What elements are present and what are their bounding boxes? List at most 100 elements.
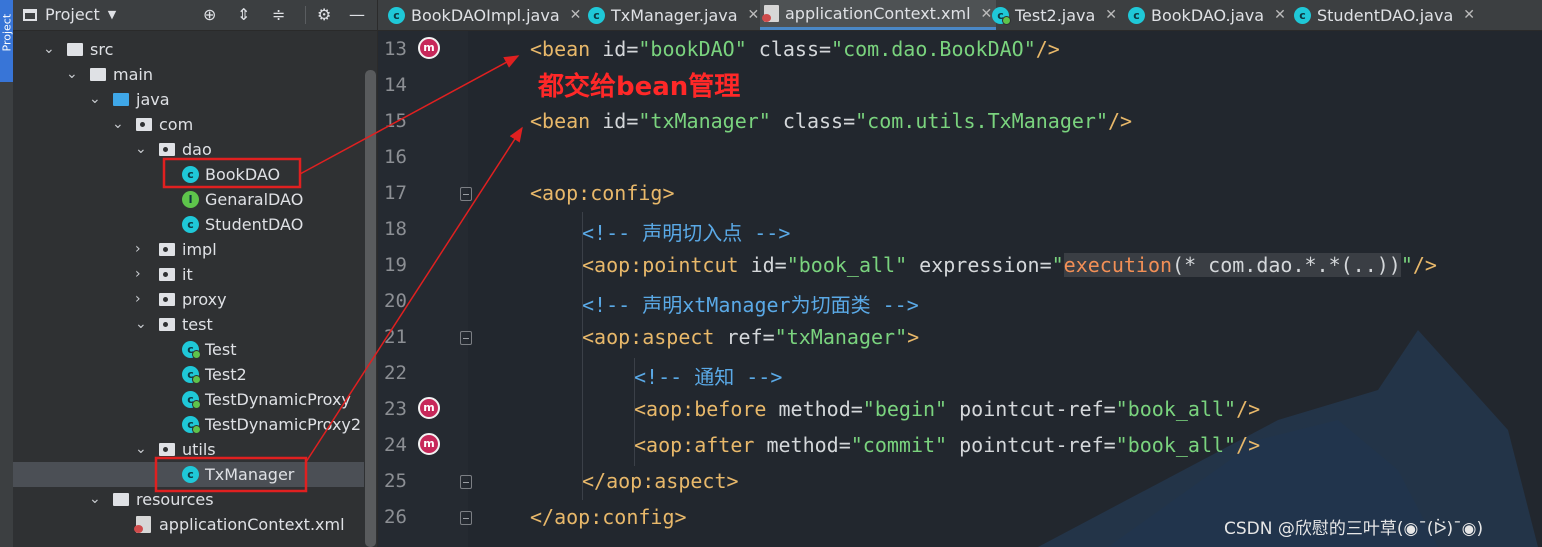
collapse-all-icon[interactable]: ≑ (272, 5, 285, 24)
aop-method-marker-icon[interactable]: m (418, 433, 440, 455)
line-number: 26 (384, 506, 407, 528)
tree-item[interactable]: c BookDAO (13, 162, 364, 187)
editor-tab[interactable]: c BookDAOImpl.java ✕ (384, 0, 585, 30)
tree-item[interactable]: ⌄ resources (13, 487, 364, 512)
aop-method-marker-icon[interactable]: m (418, 397, 440, 419)
project-view-selector[interactable]: Project ▼ (23, 5, 116, 24)
tree-item[interactable]: c StudentDAO (13, 212, 364, 237)
fold-toggle-icon[interactable] (460, 511, 472, 525)
class-icon: c (182, 466, 199, 483)
tree-item-label: it (182, 265, 193, 284)
fold-toggle-icon[interactable] (460, 187, 472, 201)
folder-icon (67, 43, 83, 56)
code-line: <bean id="txManager" class="com.utils.Tx… (530, 109, 1132, 133)
tree-item[interactable]: › impl (13, 237, 364, 262)
close-icon[interactable]: ✕ (1105, 7, 1117, 23)
code-token: <aop:pointcut (582, 253, 751, 277)
expand-all-icon[interactable]: ⇕ (237, 5, 250, 24)
chevron-down-icon[interactable]: ⌄ (89, 87, 101, 112)
code-line: </aop:config> (530, 505, 687, 529)
tree-item[interactable]: ⌄ com (13, 112, 364, 137)
chevron-right-icon[interactable]: › (135, 287, 141, 312)
tree-item-label: TestDynamicProxy2 (205, 415, 362, 434)
class-icon: c (182, 216, 199, 233)
chevron-down-icon[interactable]: ⌄ (135, 137, 147, 162)
tree-item[interactable]: I GenaralDAO (13, 187, 364, 212)
code-line: <!-- 声明xtManager为切面类 --> (582, 289, 919, 318)
runnable-class-icon: c (992, 6, 1011, 25)
tree-item[interactable]: c TxManager (13, 462, 364, 487)
tree-item-icon-wrap: c (182, 216, 199, 233)
chevron-right-icon[interactable]: › (135, 262, 141, 287)
close-icon[interactable]: ✕ (1274, 7, 1286, 23)
tree-item-label: java (136, 90, 170, 109)
close-icon[interactable]: ✕ (1463, 7, 1475, 23)
tree-item[interactable]: ⌄ utils (13, 437, 364, 462)
line-number: 19 (384, 254, 407, 276)
line-number: 18 (384, 218, 407, 240)
chevron-down-icon[interactable]: ⌄ (135, 312, 147, 337)
tree-item[interactable]: › proxy (13, 287, 364, 312)
tree-item[interactable]: ⌄ src (13, 37, 364, 62)
editor-tab[interactable]: c TxManager.java ✕ (584, 0, 763, 30)
tree-item[interactable]: › it (13, 262, 364, 287)
chevron-right-icon[interactable]: › (135, 237, 141, 262)
tree-item-label: impl (182, 240, 217, 259)
aop-method-marker-icon[interactable]: m (418, 37, 440, 59)
editor-tab[interactable]: applicationContext.xml ✕ (760, 0, 997, 30)
code-token: <aop:config> (530, 181, 675, 205)
fold-toggle-icon[interactable] (460, 475, 472, 489)
tree-item[interactable]: applicationContext.xml (13, 512, 364, 537)
tree-item-label: proxy (182, 290, 227, 309)
header-divider (305, 6, 306, 24)
fold-toggle-icon[interactable] (460, 331, 472, 345)
tree-item[interactable]: ⌄ dao (13, 137, 364, 162)
code-token: /> (1236, 397, 1261, 421)
chevron-down-icon[interactable]: ⌄ (112, 112, 124, 137)
tree-item[interactable]: c Test2 (13, 362, 364, 387)
code-token: "bookDAO" (638, 37, 747, 61)
chevron-down-icon[interactable]: ⌄ (89, 487, 101, 512)
minimize-icon[interactable]: — (349, 5, 365, 24)
editor-tab[interactable]: c Test2.java ✕ (988, 0, 1121, 30)
tree-item[interactable]: ⌄ java (13, 87, 364, 112)
code-token: /> (1035, 37, 1060, 61)
project-tool-window-tab[interactable]: Project (0, 0, 14, 82)
editor-tab-label: StudentDAO.java (1317, 5, 1454, 25)
chevron-down-icon[interactable]: ⌄ (66, 62, 78, 87)
code-token: <bean (530, 37, 603, 61)
class-icon: c (182, 166, 199, 183)
editor-tab[interactable]: c StudentDAO.java ✕ (1290, 0, 1479, 30)
tree-item-icon-wrap (159, 293, 175, 306)
tree-item[interactable]: ⌄ test (13, 312, 364, 337)
project-tree-scrollbar[interactable] (365, 70, 376, 547)
close-icon[interactable]: ✕ (748, 7, 760, 23)
code-token: > (907, 325, 920, 349)
tree-item[interactable]: c TestDynamicProxy (13, 387, 364, 412)
code-token: "begin" (862, 397, 948, 421)
line-number: 24 (384, 434, 407, 456)
runnable-class-icon: c (182, 366, 201, 384)
code-token: id= (602, 109, 639, 133)
editor-tab[interactable]: c BookDAO.java ✕ (1124, 0, 1290, 30)
close-icon[interactable]: ✕ (570, 7, 582, 23)
tree-item[interactable]: ⌄ main (13, 62, 364, 87)
tree-item[interactable]: c TestDynamicProxy2 (13, 412, 364, 437)
resources-folder-icon (113, 493, 129, 506)
tree-item-label: applicationContext.xml (159, 515, 345, 534)
code-token: (* com.dao.*.*(..)) (1172, 253, 1401, 277)
tree-item-icon-wrap (67, 43, 83, 56)
code-token: "book_all" (786, 253, 908, 277)
code-token: pointcut-ref= (947, 397, 1116, 421)
code-token: </aop:config> (530, 505, 687, 529)
chevron-down-icon[interactable]: ⌄ (135, 437, 147, 462)
tree-item[interactable]: c Test (13, 337, 364, 362)
gutter-mark-letter: m (423, 401, 435, 414)
chevron-down-icon[interactable]: ⌄ (43, 37, 55, 62)
locate-icon[interactable]: ⊕ (203, 5, 216, 24)
editor-tab-bar: c BookDAOImpl.java ✕ c TxManager.java ✕ applic… (378, 0, 1542, 31)
code-line: <aop:pointcut id="book_all" expression="… (582, 253, 1437, 277)
code-token: method= (778, 397, 863, 421)
gear-icon[interactable]: ⚙ (317, 5, 331, 24)
code-token: "com.utils.TxManager" (855, 109, 1108, 133)
